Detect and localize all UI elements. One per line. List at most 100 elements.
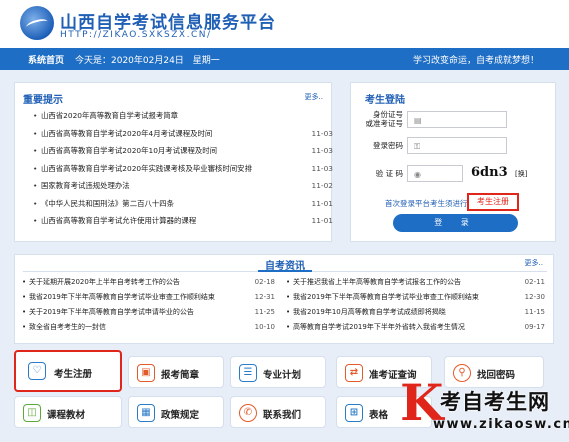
tile-register-label: 考生注册 xyxy=(54,369,93,380)
nav-home-link[interactable]: 系统首页 xyxy=(28,53,64,66)
notice-item-date: 11-01 xyxy=(311,198,333,208)
ticket-icon: ⇄ xyxy=(345,364,363,382)
news-item-text[interactable]: 关于延期开展2020年上半年自考转考工作的公告 xyxy=(29,278,180,286)
news-item-text[interactable]: 关于推迟我省上半年高等教育自学考试报名工作的公告 xyxy=(293,278,461,286)
tile-forms-label: 表格 xyxy=(369,410,389,421)
nav-bar: 系统首页 今天是：2020年02月24日 星期一 学习改变命运，自考成就梦想！ xyxy=(0,48,569,70)
plan-icon: ☰ xyxy=(239,364,257,382)
notice-item[interactable]: 山西省2020年高等教育自学考试报考简章 xyxy=(33,107,333,125)
notice-item-text[interactable]: 山西省2020年高等教育自学考试报考简章 xyxy=(41,111,178,120)
news-item[interactable]: 致全省自考考生的一封信 10-10 xyxy=(22,320,275,335)
login-panel-title: 考生登陆 xyxy=(365,95,405,106)
notice-panel-title: 重要提示 xyxy=(23,95,63,106)
news-title-underline xyxy=(258,270,312,272)
shield-icon: ◉ xyxy=(414,170,421,179)
book-icon: ◫ xyxy=(23,404,41,422)
news-item-date: 10-10 xyxy=(254,323,275,331)
notice-item-text[interactable]: 《中华人民共和国刑法》第二百八十四条 xyxy=(41,199,174,208)
policy-icon: ▦ xyxy=(137,404,155,422)
notice-item-text[interactable]: 国家教育考试违规处理办法 xyxy=(41,181,130,190)
notice-item[interactable]: 山西省高等教育自学考试2020年10月考试课程及时间 11-03 xyxy=(33,142,333,160)
news-item-text[interactable]: 我省2019年下半年高等教育自学考试毕业审查工作顺利结束 xyxy=(29,293,215,301)
password-field-label: 登录密码 xyxy=(373,141,403,150)
news-item-text[interactable]: 高等教育自学考试2019年下半年外省转入我省考生情况 xyxy=(293,323,465,331)
lock-icon: ⚿ xyxy=(414,142,421,151)
phone-icon: ✆ xyxy=(239,404,257,422)
news-item[interactable]: 关于延期开展2020年上半年自考转考工作的公告 02-18 xyxy=(22,275,275,290)
notice-item-text[interactable]: 山西省高等教育自学考试2020年4月考试课程及时间 xyxy=(41,129,212,138)
heart-icon: ♡ xyxy=(28,362,46,380)
notice-item-date: 11-01 xyxy=(311,216,333,225)
table-icon: ⊞ xyxy=(345,404,363,422)
notice-item[interactable]: 国家教育考试违规处理办法 11-02 xyxy=(33,177,333,195)
notice-item-text[interactable]: 山西省高等教育自学考试2020年10月考试课程及时间 xyxy=(41,146,217,155)
document-icon: ▣ xyxy=(137,364,155,382)
notice-item[interactable]: 山西省高等教育自学考试2020年4月考试课程及时间 11-03 xyxy=(33,125,333,143)
news-item[interactable]: 我省2019年下半年高等教育自学考试毕业审查工作顺利结束 12-30 xyxy=(286,290,545,305)
news-item-text[interactable]: 致全省自考考生的一封信 xyxy=(29,323,106,331)
notice-item-text[interactable]: 山西省高等教育自学考试允许使用计算器的课程 xyxy=(41,216,196,225)
news-item-text[interactable]: 我省2019年10月高等教育自学考试成绩即将揭晓 xyxy=(293,308,446,316)
news-item-date: 09-17 xyxy=(524,323,545,331)
id-number-input[interactable]: ▤ xyxy=(407,111,507,128)
notice-list: 山西省2020年高等教育自学考试报考简章 山西省高等教育自学考试2020年4月考… xyxy=(33,107,333,230)
news-item-date: 12-31 xyxy=(254,293,275,301)
notice-item-date: 11-03 xyxy=(311,146,333,155)
key-icon: ⚲ xyxy=(453,364,471,382)
tile-policy[interactable]: ▦ 政策规定 xyxy=(128,396,224,428)
news-item-date: 02-11 xyxy=(524,278,545,286)
tile-recover-label: 找回密码 xyxy=(477,370,516,381)
captcha-input[interactable]: ◉ xyxy=(407,165,463,182)
id-field-label-line1: 身份证号 xyxy=(373,110,403,119)
register-link[interactable]: 考生注册 xyxy=(467,193,519,211)
tile-plan[interactable]: ☰ 专业计划 xyxy=(230,356,326,388)
news-item[interactable]: 高等教育自学考试2019年下半年外省转入我省考生情况 09-17 xyxy=(286,320,545,335)
news-item-date: 11-15 xyxy=(524,308,545,316)
notice-item-text[interactable]: 山西省高等教育自学考试2020年实践课考核及毕业審核时间安排 xyxy=(41,164,252,173)
register-prompt: 首次登录平台考生须进行 xyxy=(385,199,468,208)
news-item[interactable]: 关于2019年下半年高等教育自学考试申请毕业的公告 11-25 xyxy=(22,305,275,320)
news-item-text[interactable]: 我省2019年下半年高等教育自学考试毕业审查工作顺利结束 xyxy=(293,293,479,301)
site-header: 山西自学考试信息服务平台 HTTP://ZIKAO.SXKSZX.CN/ xyxy=(0,0,569,48)
tile-contact[interactable]: ✆ 联系我们 xyxy=(230,396,326,428)
news-list-left: 关于延期开展2020年上半年自考转考工作的公告 02-18 我省2019年下半年高… xyxy=(22,275,275,335)
password-input[interactable]: ⚿ xyxy=(407,137,507,154)
news-item[interactable]: 我省2019年下半年高等教育自学考试毕业审查工作顺利结束 12-31 xyxy=(22,290,275,305)
notice-item[interactable]: 山西省高等教育自学考试2020年实践课考核及毕业審核时间安排 11-03 xyxy=(33,160,333,178)
notice-item-date: 11-03 xyxy=(311,128,333,138)
captcha-image[interactable]: 6dn3 xyxy=(471,165,508,180)
tile-apply-label: 报考简章 xyxy=(161,370,200,381)
id-field-label-line2: 或准考证号 xyxy=(365,119,404,128)
tile-materials[interactable]: ◫ 课程教材 xyxy=(14,396,122,428)
tile-recover[interactable]: ⚲ 找回密码 xyxy=(444,356,544,388)
notice-item[interactable]: 《中华人民共和国刑法》第二百八十四条 11-01 xyxy=(33,195,333,213)
login-panel: 考生登陆 身份证号 或准考证号 ▤ 登录密码 ⚿ 验 证 码 ◉ 6dn3 [换… xyxy=(350,82,556,242)
tile-register[interactable]: ♡ 考生注册 xyxy=(14,350,122,392)
nav-slogan: 学习改变命运，自考成就梦想！ xyxy=(412,56,539,66)
tile-plan-label: 专业计划 xyxy=(263,370,302,381)
news-panel: 自考资讯 更多.. 关于延期开展2020年上半年自考转考工作的公告02-18 我… xyxy=(14,254,554,344)
site-url: HTTP://ZIKAO.SXKSZX.CN/ xyxy=(60,30,212,40)
site-logo-icon[interactable] xyxy=(20,6,54,40)
notice-more-link[interactable]: 更多.. xyxy=(305,92,323,102)
news-item-date: 12-30 xyxy=(524,293,545,301)
captcha-refresh-link[interactable]: [换] xyxy=(515,169,527,179)
news-item[interactable]: 我省2019年10月高等教育自学考试成绩即将揭晓 11-15 xyxy=(286,305,545,320)
notice-item[interactable]: 山西省高等教育自学考试允许使用计算器的课程 11-01 xyxy=(33,212,333,230)
tile-contact-label: 联系我们 xyxy=(263,410,302,421)
id-field-label: 身份证号 或准考证号 xyxy=(355,110,404,128)
news-item-date: 02-18 xyxy=(254,278,275,286)
tile-apply[interactable]: ▣ 报考简章 xyxy=(128,356,224,388)
news-more-link[interactable]: 更多.. xyxy=(525,258,543,268)
news-list-right: 关于推迟我省上半年高等教育自学考试报名工作的公告 02-11 我省2019年下半年… xyxy=(286,275,545,335)
captcha-field-label: 验 证 码 xyxy=(375,169,403,178)
news-item-date: 11-25 xyxy=(254,308,275,316)
watermark-url: www.zikaosw.cn xyxy=(433,417,569,432)
notice-item-date: 11-02 xyxy=(311,181,333,190)
watermark-text: 考自考生网 xyxy=(440,390,550,414)
login-button[interactable]: 登 录 xyxy=(393,214,518,232)
news-item-text[interactable]: 关于2019年下半年高等教育自学考试申请毕业的公告 xyxy=(29,308,194,316)
tile-materials-label: 课程教材 xyxy=(47,410,86,421)
tile-policy-label: 政策规定 xyxy=(161,410,200,421)
news-item[interactable]: 关于推迟我省上半年高等教育自学考试报名工作的公告 02-11 xyxy=(286,275,545,290)
